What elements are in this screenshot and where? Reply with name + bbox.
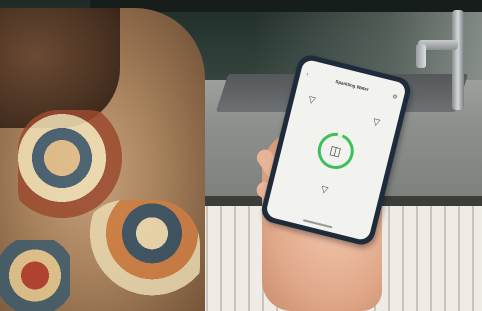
shirt-pattern <box>80 200 200 311</box>
home-indicator <box>302 219 333 229</box>
glass-icon[interactable]: ▽ <box>320 184 329 195</box>
gear-icon[interactable]: ⚙ <box>391 93 398 101</box>
shirt-pattern <box>0 240 70 311</box>
faucet-handle <box>416 44 426 68</box>
photo-scene: ‹ Sparkling Water ⚙ ▽ ▽ ◫ ▽ <box>0 0 482 311</box>
glass-icon[interactable]: ▽ <box>372 116 381 127</box>
faucet <box>452 10 464 110</box>
glass-icon[interactable]: ▽ <box>307 94 316 105</box>
